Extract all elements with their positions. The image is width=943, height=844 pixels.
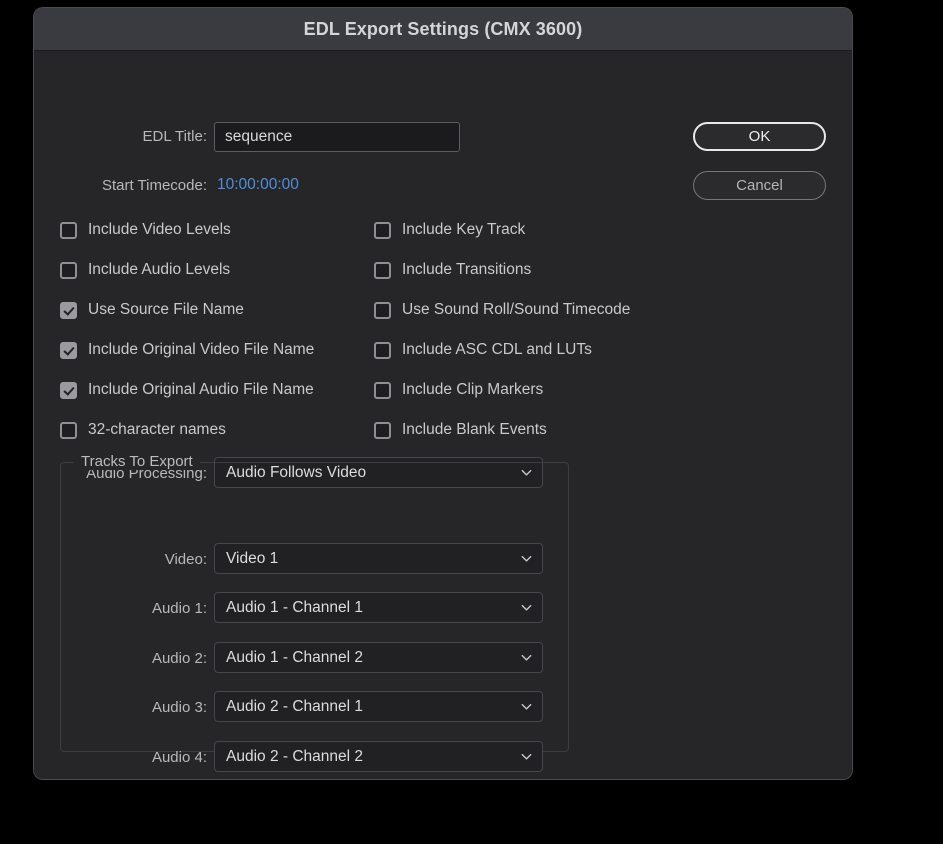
checkbox-use-source-file-name[interactable]: Use Source File Name bbox=[60, 299, 244, 321]
start-timecode-value[interactable]: 10:00:00:00 bbox=[217, 176, 299, 194]
edl-export-settings-dialog: EDL Export Settings (CMX 3600) EDL Title… bbox=[34, 8, 852, 779]
audio-4-track-value: Audio 2 - Channel 2 bbox=[226, 747, 364, 765]
chevron-down-icon bbox=[521, 753, 532, 760]
checkbox-label: Include Blank Events bbox=[402, 421, 547, 438]
audio-4-track-label: Audio 4: bbox=[151, 749, 207, 766]
chevron-down-icon bbox=[521, 555, 532, 562]
checkbox-box bbox=[374, 301, 391, 319]
audio-2-track-value: Audio 1 - Channel 2 bbox=[226, 648, 364, 666]
checkbox-box bbox=[60, 221, 77, 239]
checkbox-box bbox=[374, 421, 391, 439]
checkbox-label: Include Original Video File Name bbox=[88, 341, 315, 358]
chevron-down-icon bbox=[521, 604, 532, 611]
checkbox-label: Include Clip Markers bbox=[402, 381, 544, 398]
video-track-value: Video 1 bbox=[226, 549, 279, 567]
checkbox-include-clip-markers[interactable]: Include Clip Markers bbox=[374, 379, 543, 401]
video-track-label: Video: bbox=[164, 551, 207, 568]
checkbox-label: Include Video Levels bbox=[88, 221, 231, 238]
checkbox-box bbox=[374, 221, 391, 239]
checkbox-box bbox=[60, 381, 77, 399]
checkbox-label: Include ASC CDL and LUTs bbox=[402, 341, 592, 358]
audio-1-track-select[interactable]: Audio 1 - Channel 1 bbox=[214, 592, 543, 623]
checkbox-include-audio-levels[interactable]: Include Audio Levels bbox=[60, 259, 230, 281]
checkbox-32-character-names[interactable]: 32-character names bbox=[60, 419, 226, 441]
checkbox-include-video-levels[interactable]: Include Video Levels bbox=[60, 219, 231, 241]
dialog-body: EDL Title: sequence Start Timecode: 10:0… bbox=[34, 51, 852, 779]
checkbox-label: Include Transitions bbox=[402, 261, 532, 278]
cancel-button[interactable]: Cancel bbox=[693, 171, 826, 200]
screen: EDL Export Settings (CMX 3600) EDL Title… bbox=[0, 0, 943, 844]
checkbox-include-key-track[interactable]: Include Key Track bbox=[374, 219, 525, 241]
checkbox-include-original-video-file-name[interactable]: Include Original Video File Name bbox=[60, 339, 314, 361]
checkbox-box bbox=[374, 341, 391, 359]
audio-3-track-select[interactable]: Audio 2 - Channel 1 bbox=[214, 691, 543, 722]
checkbox-label: Include Key Track bbox=[402, 221, 526, 238]
audio-4-track-select[interactable]: Audio 2 - Channel 2 bbox=[214, 741, 543, 772]
checkbox-label: Use Sound Roll/Sound Timecode bbox=[402, 301, 631, 318]
checkbox-include-blank-events[interactable]: Include Blank Events bbox=[374, 419, 547, 441]
checkbox-box bbox=[374, 381, 391, 399]
chevron-down-icon bbox=[521, 703, 532, 710]
checkbox-use-sound-roll-sound-timecode[interactable]: Use Sound Roll/Sound Timecode bbox=[374, 299, 630, 321]
checkbox-box bbox=[60, 421, 77, 439]
audio-1-track-label: Audio 1: bbox=[151, 600, 207, 617]
edl-title-value: sequence bbox=[225, 128, 293, 145]
start-timecode-label: Start Timecode: bbox=[101, 177, 207, 194]
checkbox-include-transitions[interactable]: Include Transitions bbox=[374, 259, 531, 281]
edl-title-input[interactable]: sequence bbox=[214, 122, 460, 152]
checkbox-label: Include Audio Levels bbox=[88, 261, 231, 278]
dialog-title: EDL Export Settings (CMX 3600) bbox=[303, 18, 583, 39]
checkbox-label: 32-character names bbox=[88, 421, 226, 438]
tracks-to-export-legend: Tracks To Export bbox=[74, 453, 200, 470]
checkbox-box bbox=[374, 261, 391, 279]
audio-1-track-value: Audio 1 - Channel 1 bbox=[226, 598, 364, 616]
chevron-down-icon bbox=[521, 654, 532, 661]
edl-title-label: EDL Title: bbox=[142, 128, 207, 145]
checkbox-box bbox=[60, 301, 77, 319]
dialog-titlebar: EDL Export Settings (CMX 3600) bbox=[34, 8, 852, 51]
video-track-select[interactable]: Video 1 bbox=[214, 543, 543, 574]
checkbox-box bbox=[60, 261, 77, 279]
checkbox-label: Use Source File Name bbox=[88, 301, 244, 318]
checkbox-include-original-audio-file-name[interactable]: Include Original Audio File Name bbox=[60, 379, 314, 401]
audio-3-track-label: Audio 3: bbox=[151, 699, 207, 716]
ok-button[interactable]: OK bbox=[693, 122, 826, 151]
audio-2-track-label: Audio 2: bbox=[151, 650, 207, 667]
checkbox-include-asc-cdl-and-luts[interactable]: Include ASC CDL and LUTs bbox=[374, 339, 592, 361]
checkbox-label: Include Original Audio File Name bbox=[88, 381, 314, 398]
audio-2-track-select[interactable]: Audio 1 - Channel 2 bbox=[214, 642, 543, 673]
audio-3-track-value: Audio 2 - Channel 1 bbox=[226, 697, 364, 715]
checkbox-box bbox=[60, 341, 77, 359]
